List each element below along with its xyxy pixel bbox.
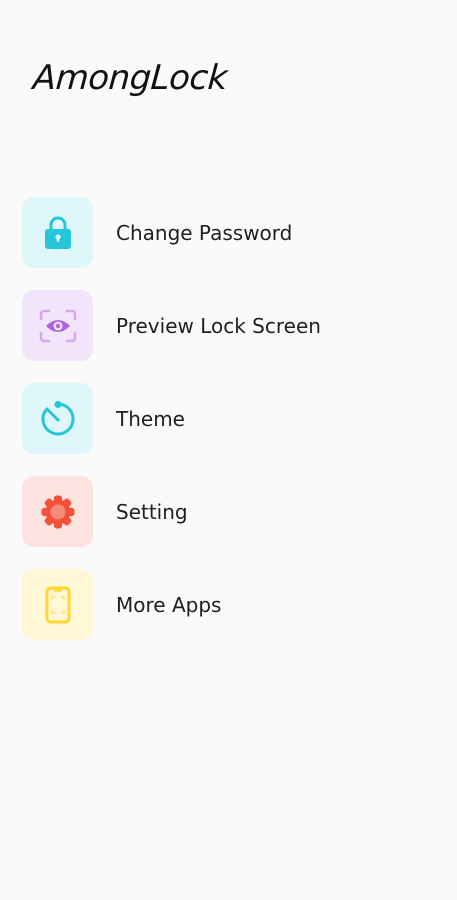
menu-item-label: Change Password [116, 220, 293, 245]
menu-item-label: Setting [116, 499, 188, 524]
menu-item-setting[interactable]: Setting [22, 476, 442, 547]
setting-icon-tile [22, 476, 93, 547]
phone-icon [45, 586, 71, 624]
app-title: AmongLock [31, 58, 229, 98]
main-menu: Change Password Preview Lock Screen Them… [22, 197, 442, 662]
menu-item-label: Preview Lock Screen [116, 313, 321, 338]
preview-lock-screen-icon-tile [22, 290, 93, 361]
menu-item-change-password[interactable]: Change Password [22, 197, 442, 268]
more-apps-icon-tile [22, 569, 93, 640]
change-password-icon-tile [22, 197, 93, 268]
lock-icon [43, 215, 73, 251]
menu-item-label: More Apps [116, 592, 222, 617]
menu-item-theme[interactable]: Theme [22, 383, 442, 454]
theme-icon-tile [22, 383, 93, 454]
eye-scan-icon [39, 309, 77, 343]
menu-item-more-apps[interactable]: More Apps [22, 569, 442, 640]
gear-icon [40, 494, 76, 530]
menu-item-label: Theme [116, 406, 185, 431]
menu-item-preview-lock-screen[interactable]: Preview Lock Screen [22, 290, 442, 361]
timer-icon [40, 400, 76, 437]
